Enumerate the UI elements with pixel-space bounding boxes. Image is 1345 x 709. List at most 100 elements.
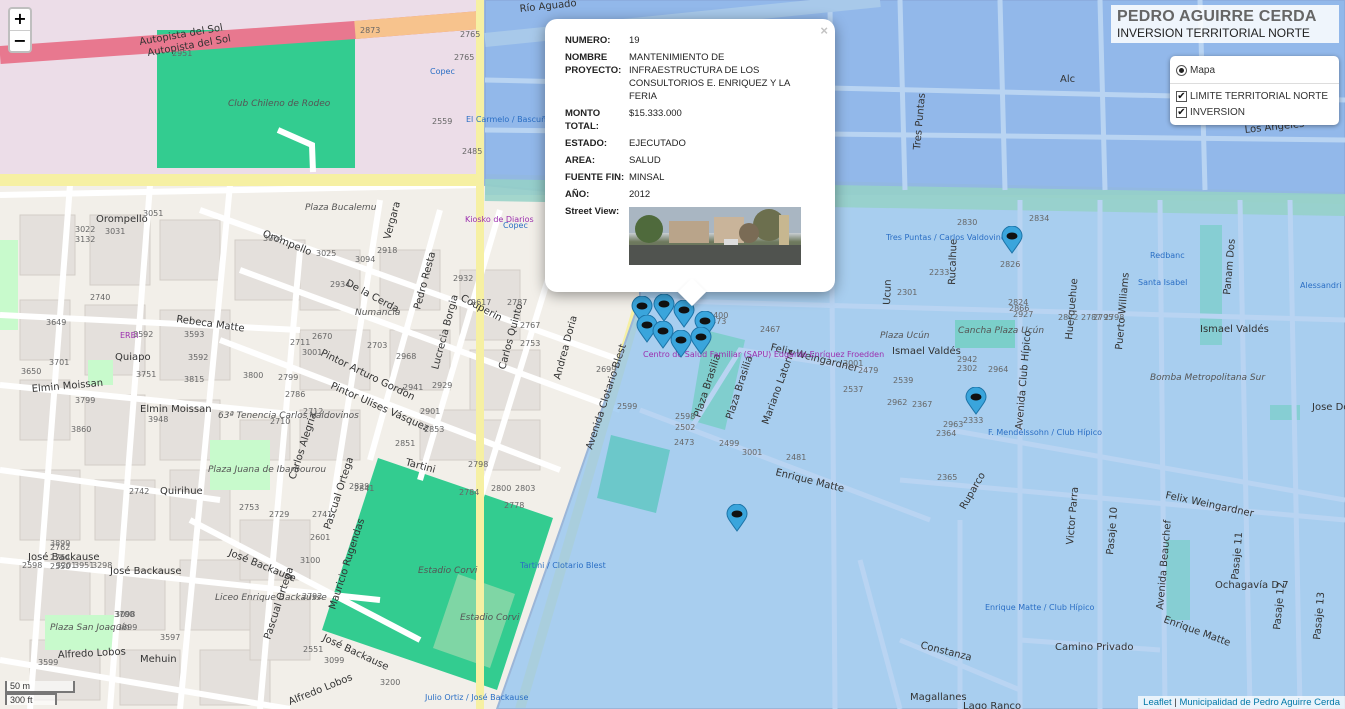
investment-marker-icon[interactable] bbox=[690, 326, 712, 355]
street-view-image[interactable] bbox=[629, 207, 801, 265]
detail-row: NOMBRE PROYECTO: MANTENIMIENTO DE INFRAES… bbox=[565, 49, 815, 105]
house-number-label: 3649 bbox=[46, 318, 66, 327]
house-number-label: 3860 bbox=[71, 425, 91, 434]
checkbox[interactable]: ✔ bbox=[1176, 106, 1187, 118]
house-number-label: 2365 bbox=[937, 473, 957, 482]
street-label: Rucalhue bbox=[947, 239, 960, 285]
poi-label: Redbanc bbox=[1150, 251, 1185, 260]
zoom-out-button[interactable]: − bbox=[10, 30, 30, 51]
overlay-inversion-option[interactable]: ✔ INVERSION bbox=[1176, 104, 1333, 120]
map-title: PEDRO AGUIRRE CERDA bbox=[1117, 8, 1317, 25]
house-number-label: 2499 bbox=[719, 439, 739, 448]
house-number-label: 3100 bbox=[300, 556, 320, 565]
house-number-label: 3700 bbox=[114, 610, 134, 619]
house-number-label: 2539 bbox=[893, 376, 913, 385]
street-label: Jose De bbox=[1311, 402, 1345, 413]
project-details: NUMERO: 19 NOMBRE PROYECTO: MANTENIMIENTO D… bbox=[565, 32, 815, 267]
house-number-label: 2559 bbox=[432, 117, 452, 126]
house-number-label: 2537 bbox=[843, 385, 863, 394]
house-number-label: 2778 bbox=[504, 501, 524, 510]
house-number-label: 3022 bbox=[75, 225, 95, 234]
detail-key: NUMERO: bbox=[565, 35, 611, 46]
house-number-label: 3298 bbox=[92, 561, 112, 570]
house-number-label: 2941 bbox=[403, 383, 423, 392]
house-number-label: 2598 bbox=[22, 561, 42, 570]
house-number-label: 3592 bbox=[133, 330, 153, 339]
house-number-label: 2784 bbox=[459, 488, 479, 497]
house-number-label: 2834 bbox=[1029, 214, 1049, 223]
scale-imperial: 300 ft bbox=[5, 693, 57, 705]
overlay-limite-option[interactable]: ✔ LIMITE TERRITORIAL NORTE bbox=[1176, 88, 1333, 104]
house-number-label: 2485 bbox=[462, 147, 482, 156]
place-label: Bomba Metropolitana Sur bbox=[1150, 373, 1266, 383]
place-label: Cancha Plaza Ucún bbox=[958, 326, 1044, 336]
house-number-label: 3593 bbox=[184, 330, 204, 339]
investment-marker-icon[interactable] bbox=[965, 386, 987, 415]
house-number-label: 3031 bbox=[105, 227, 125, 236]
checkbox[interactable]: ✔ bbox=[1176, 90, 1187, 102]
house-number-label: 2741 bbox=[312, 510, 332, 519]
leaflet-link[interactable]: Leaflet bbox=[1143, 697, 1172, 708]
radio-button[interactable] bbox=[1176, 64, 1187, 76]
house-number-label: 2598 bbox=[675, 412, 695, 421]
investment-marker-icon[interactable] bbox=[726, 503, 748, 532]
house-number-label: 2787 bbox=[507, 298, 527, 307]
owner-link[interactable]: Municipalidad de Pedro Aguirre Cerda bbox=[1179, 697, 1340, 708]
street-label: Ochagavía D 7 bbox=[1215, 579, 1289, 591]
house-number-label: 2473 bbox=[674, 438, 694, 447]
house-number-label: 2786 bbox=[285, 390, 305, 399]
detail-row: ESTADO: EJECUTADO bbox=[565, 135, 815, 152]
detail-key: AÑO: bbox=[565, 189, 590, 200]
poi-label: Alessandri bbox=[1300, 281, 1342, 290]
house-number-label: 2481 bbox=[786, 453, 806, 462]
house-number-label: 2963 bbox=[943, 420, 963, 429]
project-popup: × NUMERO: 19 NOMBRE PROYECTO: MANTENIMIENTO… bbox=[545, 19, 835, 307]
street-label: Ismael Valdés bbox=[1200, 323, 1269, 335]
house-number-label: 2798 bbox=[468, 460, 488, 469]
poi-label: Tres Puntas / Carlos Valdovinos bbox=[885, 233, 1010, 242]
house-number-label: 3650 bbox=[21, 367, 41, 376]
house-number-label: 3815 bbox=[184, 375, 204, 384]
house-number-label: 3597 bbox=[160, 633, 180, 642]
house-number-label: 2918 bbox=[377, 246, 397, 255]
house-number-label: 2927 bbox=[1013, 310, 1033, 319]
house-number-label: 3001 bbox=[302, 348, 322, 357]
detail-value: SALUD bbox=[629, 155, 661, 166]
detail-row: MONTO TOTAL: $15.333.000 bbox=[565, 105, 815, 135]
house-number-label: 2710 bbox=[270, 417, 290, 426]
overlay-label: LIMITE TERRITORIAL NORTE bbox=[1190, 90, 1328, 102]
house-number-label: 2851 bbox=[395, 439, 415, 448]
poi-label: Julio Ortiz / José Backause bbox=[424, 692, 529, 702]
divider bbox=[1170, 83, 1339, 84]
house-number-label: 2799 bbox=[278, 373, 298, 382]
house-number-label: 3948 bbox=[148, 415, 168, 424]
house-number-label: 2767 bbox=[520, 321, 540, 330]
map-subtitle: INVERSION TERRITORIAL NORTE bbox=[1117, 26, 1310, 40]
detail-key: FUENTE FIN: bbox=[565, 172, 625, 183]
house-number-label: 3132 bbox=[75, 235, 95, 244]
street-label: Quirihue bbox=[160, 486, 203, 497]
detail-key: NOMBRE PROYECTO: bbox=[565, 52, 622, 76]
scale-metric: 50 m bbox=[5, 681, 75, 693]
investment-marker-icon[interactable] bbox=[670, 329, 692, 358]
zoom-in-button[interactable]: + bbox=[10, 9, 30, 30]
base-layer-option[interactable]: Mapa bbox=[1176, 62, 1333, 78]
poi-label: Kiosko de Diarios bbox=[465, 215, 534, 224]
house-number-label: 3701 bbox=[49, 358, 69, 367]
detail-row: NUMERO: 19 bbox=[565, 32, 815, 49]
investment-marker-icon[interactable] bbox=[1001, 225, 1023, 254]
house-number-label: 2551 bbox=[303, 645, 323, 654]
detail-row: AÑO: 2012 bbox=[565, 186, 815, 203]
street-label: Orompello bbox=[96, 214, 148, 225]
house-number-label: 2699 bbox=[596, 365, 616, 374]
close-icon[interactable]: × bbox=[820, 23, 828, 38]
layer-control: Mapa ✔ LIMITE TERRITORIAL NORTE ✔ INVERS… bbox=[1170, 56, 1339, 125]
street-label: Alc bbox=[1060, 74, 1075, 85]
house-number-label: 2302 bbox=[957, 364, 977, 373]
street-label: Quiapo bbox=[115, 352, 151, 363]
overlay-label: INVERSION bbox=[1190, 106, 1246, 118]
house-number-label: 2798 bbox=[1104, 313, 1124, 322]
house-number-label: 3094 bbox=[355, 255, 375, 264]
attribution: Leaflet | Municipalidad de Pedro Aguirre… bbox=[1138, 696, 1345, 709]
zoom-control: + − bbox=[8, 7, 32, 53]
